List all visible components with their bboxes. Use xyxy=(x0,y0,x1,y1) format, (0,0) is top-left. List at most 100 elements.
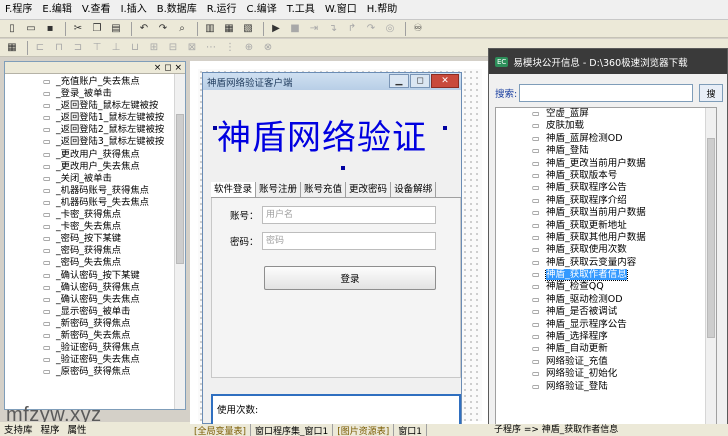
tree-item[interactable]: ▭ _验证密码_获得焦点 xyxy=(5,342,173,354)
close-icon[interactable]: ✕ xyxy=(431,74,459,88)
step-over-icon[interactable]: ↷ xyxy=(363,22,379,36)
tree-item[interactable]: ▭ _登录_被单击 xyxy=(5,88,173,100)
tree-item[interactable]: ▭ _返回登陆_鼠标左键被按 xyxy=(5,100,173,112)
tree-item[interactable]: ▭ _关闭_被单击 xyxy=(5,173,173,185)
tree-item[interactable]: ▭ _更改用户_失去焦点 xyxy=(5,161,173,173)
module-function-item[interactable]: ▭ 神盾_是否被调试 xyxy=(496,306,704,318)
tab-window1[interactable]: 窗口1 xyxy=(394,423,428,436)
same-width-icon[interactable]: ⊞ xyxy=(146,41,162,55)
search-input[interactable] xyxy=(519,84,693,102)
login-button[interactable]: 登录 xyxy=(264,266,436,290)
tab-support-library[interactable]: 支持库 xyxy=(0,422,37,436)
tree-item[interactable]: ▭ _更改用户_获得焦点 xyxy=(5,149,173,161)
same-height-icon[interactable]: ⊟ xyxy=(165,41,181,55)
copy-icon[interactable]: ❐ xyxy=(89,22,105,36)
redo-icon[interactable]: ↷ xyxy=(155,22,171,36)
binoculars-icon[interactable]: ♾ xyxy=(410,22,426,36)
tree-item[interactable]: ▭ _确认密码_按下某键 xyxy=(5,270,173,282)
tree-item[interactable]: ▭ _密码_失去焦点 xyxy=(5,257,173,269)
same-size-icon[interactable]: ⊠ xyxy=(184,41,200,55)
tree-item[interactable]: ▭ _密码_获得焦点 xyxy=(5,245,173,257)
tree-item[interactable]: ▭ _机器码账号_失去焦点 xyxy=(5,197,173,209)
layout-icon[interactable]: ▥ xyxy=(202,22,218,36)
tab-window-assembly[interactable]: 窗口程序集_窗口1 xyxy=(251,423,334,436)
module-function-item[interactable]: ▭ 网络验证_初始化 xyxy=(496,368,704,380)
module-function-item[interactable]: ▭ 网络验证_充值 xyxy=(496,356,704,368)
tree-item[interactable]: ▭ _确认密码_获得焦点 xyxy=(5,282,173,294)
module-function-item[interactable]: ▭ 神盾_获取当前用户数据 xyxy=(496,207,704,219)
password-input[interactable]: 密码 xyxy=(262,232,436,250)
menu-item-9[interactable]: H.帮助 xyxy=(362,0,403,20)
minimize-icon[interactable]: ▁ xyxy=(389,74,409,88)
step-out-icon[interactable]: ↱ xyxy=(344,22,360,36)
module-function-item[interactable]: ▭ 神盾_蓝屏检测OD xyxy=(496,133,704,145)
menu-item-8[interactable]: W.窗口 xyxy=(320,0,362,20)
align-right-icon[interactable]: ⊐ xyxy=(70,41,86,55)
account-input[interactable]: 用户名 xyxy=(262,206,436,224)
menu-item-5[interactable]: R.运行 xyxy=(202,0,242,20)
space-horizontal-icon[interactable]: ⋯ xyxy=(203,41,219,55)
tab-program[interactable]: 程序 xyxy=(37,422,64,436)
align-bottom-icon[interactable]: ⊔ xyxy=(127,41,143,55)
tab-global-vars[interactable]: [全局变量表] xyxy=(190,423,252,436)
search-button[interactable]: 搜 xyxy=(699,84,723,102)
panel-close-icon[interactable]: × ◻ × xyxy=(154,63,182,73)
grid-icon[interactable]: ▦ xyxy=(4,41,20,55)
module-function-item[interactable]: ▭ 神盾_显示程序公告 xyxy=(496,319,704,331)
align-left-icon[interactable]: ⊏ xyxy=(32,41,48,55)
paste-icon[interactable]: ▤ xyxy=(108,22,124,36)
tree-item[interactable]: ▭ _卡密_获得焦点 xyxy=(5,209,173,221)
module-function-item[interactable]: ▭ 皮肤加载 xyxy=(496,120,704,132)
module-function-item[interactable]: ▭ 神盾_获取使用次数 xyxy=(496,244,704,256)
open-folder-icon[interactable]: ▭ xyxy=(23,22,39,36)
tree-item[interactable]: ▭ _新密码_失去焦点 xyxy=(5,330,173,342)
maximize-icon[interactable]: ◻ xyxy=(410,74,430,88)
menu-item-4[interactable]: B.数据库 xyxy=(152,0,202,20)
module-function-item[interactable]: ▭ 神盾_获取云变量内容 xyxy=(496,257,704,269)
save-icon[interactable]: ▪ xyxy=(42,22,58,36)
stop-icon[interactable]: ■ xyxy=(287,22,303,36)
align-top-icon[interactable]: ⊤ xyxy=(89,41,105,55)
tree-item[interactable]: ▭ _返回登陆3_鼠标左键被按 xyxy=(5,136,173,148)
menu-item-2[interactable]: V.查看 xyxy=(77,0,116,20)
tree-item[interactable]: ▭ _卡密_失去焦点 xyxy=(5,221,173,233)
tab-properties[interactable]: 属性 xyxy=(64,422,91,436)
step-icon[interactable]: ⇥ xyxy=(306,22,322,36)
tree-item[interactable]: ▭ _返回登陆2_鼠标左键被按 xyxy=(5,124,173,136)
module-function-item[interactable]: ▭ 神盾_获取作者信息 xyxy=(496,269,704,282)
tree-item[interactable]: ▭ _原密码_获得焦点 xyxy=(5,366,173,378)
align-middle-icon[interactable]: ⊥ xyxy=(108,41,124,55)
new-file-icon[interactable]: ▯ xyxy=(4,22,20,36)
module-function-item[interactable]: ▭ 空虚_蓝屏 xyxy=(496,108,704,120)
tree-item[interactable]: ▭ _确认密码_失去焦点 xyxy=(5,294,173,306)
cut-icon[interactable]: ✂ xyxy=(70,22,86,36)
scrollbar-thumb[interactable] xyxy=(707,138,715,338)
tab-unbind-device[interactable]: 设备解绑 xyxy=(391,182,437,197)
tree-item[interactable]: ▭ _返回登陆1_鼠标左键被按 xyxy=(5,112,173,124)
tree-item[interactable]: ▭ _机器码账号_获得焦点 xyxy=(5,185,173,197)
menu-item-3[interactable]: I.插入 xyxy=(116,0,152,20)
module-function-item[interactable]: ▭ 神盾_获取其他用户数据 xyxy=(496,232,704,244)
tree-scrollbar[interactable] xyxy=(174,74,185,409)
module-function-item[interactable]: ▭ 神盾_获取更新地址 xyxy=(496,220,704,232)
tab-change-password[interactable]: 更改密码 xyxy=(346,182,392,197)
module-function-item[interactable]: ▭ 神盾_获取版本号 xyxy=(496,170,704,182)
module-function-item[interactable]: ▭ 神盾_自动更新 xyxy=(496,343,704,355)
tree-item[interactable]: ▭ _密码_按下某键 xyxy=(5,233,173,245)
designer-form-window[interactable]: 神盾网络验证客户端 ▁ ◻ ✕ 神盾网络验证 软件登录 账号注册 账号充值 更改… xyxy=(202,72,462,436)
tab-register[interactable]: 账号注册 xyxy=(256,182,302,197)
tree-item[interactable]: ▭ _验证密码_失去焦点 xyxy=(5,354,173,366)
module-function-item[interactable]: ▭ 神盾_驱动检测OD xyxy=(496,294,704,306)
align-center-icon[interactable]: ⊓ xyxy=(51,41,67,55)
center-vertical-icon[interactable]: ⊗ xyxy=(260,41,276,55)
tab-recharge[interactable]: 账号充值 xyxy=(301,182,347,197)
module-list-scrollbar[interactable] xyxy=(705,108,716,434)
run-icon[interactable]: ▶ xyxy=(268,22,284,36)
layout2-icon[interactable]: ▦ xyxy=(221,22,237,36)
center-horizontal-icon[interactable]: ⊕ xyxy=(241,41,257,55)
tab-image-resources[interactable]: [图片资源表] xyxy=(333,423,395,436)
module-function-item[interactable]: ▭ 神盾_选择程序 xyxy=(496,331,704,343)
menu-item-0[interactable]: F.程序 xyxy=(0,0,37,20)
module-function-item[interactable]: ▭ 神盾_获取程序公告 xyxy=(496,182,704,194)
menu-item-1[interactable]: E.编辑 xyxy=(37,0,77,20)
